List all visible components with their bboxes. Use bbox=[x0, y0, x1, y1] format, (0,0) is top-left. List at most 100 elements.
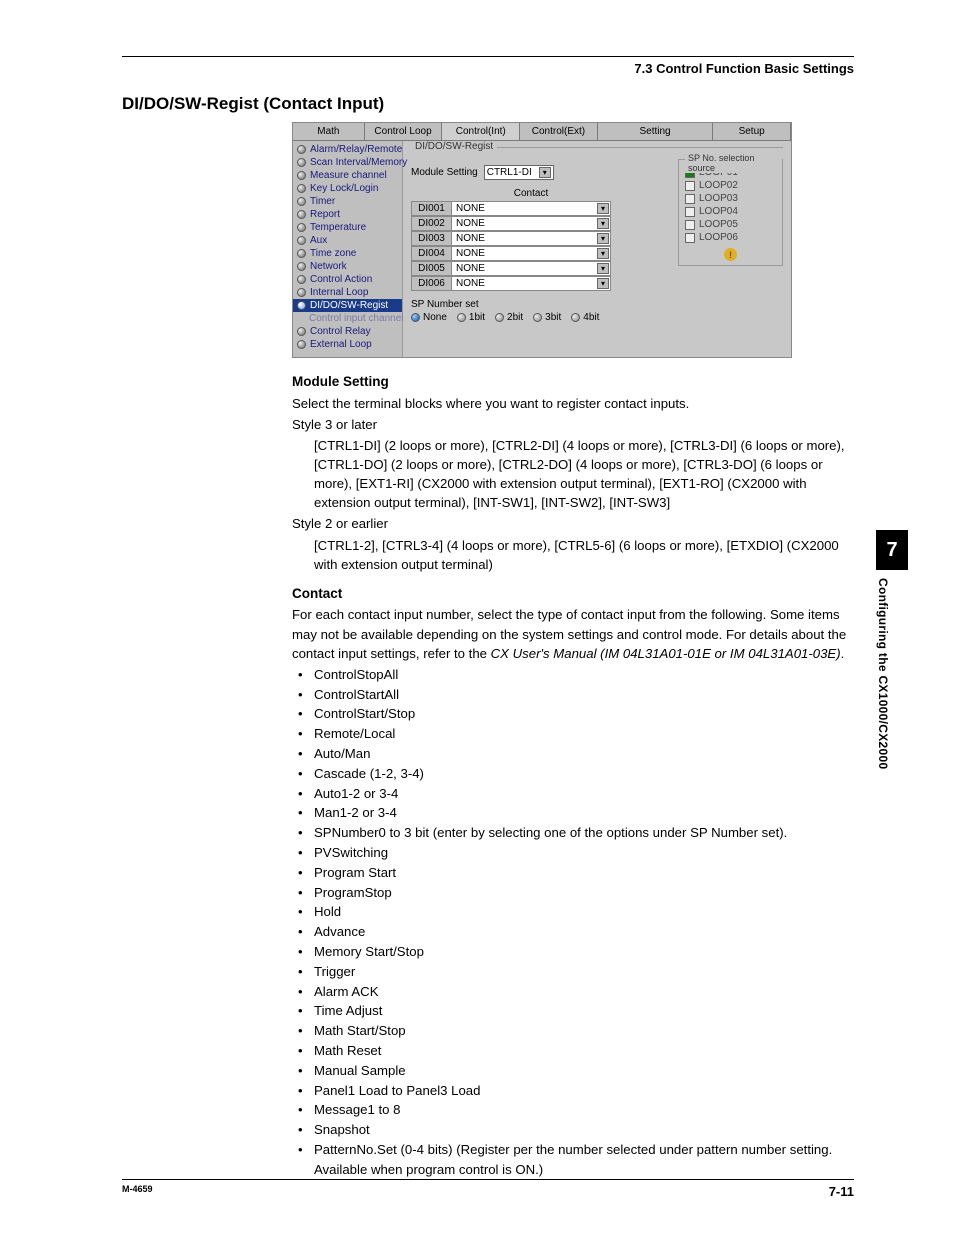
bullet-icon bbox=[297, 236, 306, 245]
list-item: ProgramStop bbox=[292, 883, 854, 903]
sp-number-option[interactable]: 2bit bbox=[495, 312, 523, 323]
chevron-down-icon[interactable]: ▾ bbox=[539, 167, 551, 178]
contact-id: DI001 bbox=[411, 201, 451, 216]
sp-number-option[interactable]: 1bit bbox=[457, 312, 485, 323]
module-setting-value: CTRL1-DI bbox=[487, 167, 532, 178]
sp-number-option[interactable]: 4bit bbox=[571, 312, 599, 323]
sidebar-item-measure-channel[interactable]: Measure channel bbox=[293, 169, 402, 182]
list-item: Alarm ACK bbox=[292, 982, 854, 1002]
sidebar-item-control-relay[interactable]: Control Relay bbox=[293, 325, 402, 338]
loop-label: LOOP02 bbox=[699, 180, 738, 191]
loop-checkbox-row[interactable]: LOOP03 bbox=[683, 192, 778, 205]
chevron-down-icon[interactable]: ▾ bbox=[597, 218, 609, 229]
contact-value-combo[interactable]: NONE▾ bbox=[451, 276, 611, 291]
sidebar-item-external-loop[interactable]: External Loop bbox=[293, 338, 402, 351]
contact-row: DI005NONE▾ bbox=[411, 261, 611, 276]
chevron-down-icon[interactable]: ▾ bbox=[597, 203, 609, 214]
sidebar-item-label: Network bbox=[310, 261, 347, 272]
tab-setting[interactable]: Setting bbox=[598, 123, 714, 140]
loop-checkbox-row[interactable]: LOOP05 bbox=[683, 218, 778, 231]
radio-icon bbox=[495, 313, 504, 322]
tab-control-ext-[interactable]: Control(Ext) bbox=[520, 123, 598, 140]
contact-value-combo[interactable]: NONE▾ bbox=[451, 216, 611, 231]
sidebar-item-alarm-relay-remote[interactable]: Alarm/Relay/Remote bbox=[293, 143, 402, 156]
radio-icon bbox=[411, 313, 420, 322]
sp-number-option[interactable]: 3bit bbox=[533, 312, 561, 323]
bullet-icon bbox=[297, 288, 306, 297]
list-item: Math Start/Stop bbox=[292, 1021, 854, 1041]
sidebar-item-control-input-channel[interactable]: Control input channel bbox=[293, 312, 402, 325]
contact-id: DI004 bbox=[411, 246, 451, 261]
loop-label: LOOP05 bbox=[699, 219, 738, 230]
sidebar-item-scan-interval-memory[interactable]: Scan Interval/Memory bbox=[293, 156, 402, 169]
bullet-icon bbox=[297, 340, 306, 349]
chevron-down-icon[interactable]: ▾ bbox=[597, 263, 609, 274]
list-item: ControlStopAll bbox=[292, 665, 854, 685]
list-item: Hold bbox=[292, 902, 854, 922]
sidebar-item-control-action[interactable]: Control Action bbox=[293, 273, 402, 286]
radio-label: 2bit bbox=[507, 312, 523, 323]
tab-setup[interactable]: Setup bbox=[713, 123, 791, 140]
chevron-down-icon[interactable]: ▾ bbox=[597, 278, 609, 289]
contact-value-combo[interactable]: NONE▾ bbox=[451, 246, 611, 261]
loop-checkbox-row[interactable]: LOOP02 bbox=[683, 179, 778, 192]
tab-control-int-[interactable]: Control(Int) bbox=[442, 123, 520, 140]
sidebar-item-label: Temperature bbox=[310, 222, 366, 233]
radio-label: 1bit bbox=[469, 312, 485, 323]
radio-label: None bbox=[423, 312, 447, 323]
sidebar-item-di-do-sw-regist[interactable]: DI/DO/SW-Regist bbox=[293, 299, 402, 312]
list-item: Panel1 Load to Panel3 Load bbox=[292, 1081, 854, 1101]
checkbox-icon[interactable] bbox=[685, 194, 695, 204]
loop-label: LOOP03 bbox=[699, 193, 738, 204]
sp-source-group: SP No. selection source LOOP01LOOP02LOOP… bbox=[678, 159, 783, 266]
contact-value-combo[interactable]: NONE▾ bbox=[451, 201, 611, 216]
module-setting-combo[interactable]: CTRL1-DI ▾ bbox=[484, 165, 554, 180]
bullet-icon bbox=[297, 210, 306, 219]
sidebar-item-label: External Loop bbox=[310, 339, 372, 350]
chevron-down-icon[interactable]: ▾ bbox=[597, 233, 609, 244]
sidebar-item-time-zone[interactable]: Time zone bbox=[293, 247, 402, 260]
checkbox-icon[interactable] bbox=[685, 207, 695, 217]
chevron-down-icon[interactable]: ▾ bbox=[597, 248, 609, 259]
tab-math[interactable]: Math bbox=[293, 123, 365, 140]
list-item: ControlStart/Stop bbox=[292, 704, 854, 724]
list-item: Remote/Local bbox=[292, 724, 854, 744]
sidebar-item-label: Report bbox=[310, 209, 340, 220]
list-item: SPNumber0 to 3 bit (enter by selecting o… bbox=[292, 823, 854, 843]
list-item: Cascade (1-2, 3-4) bbox=[292, 764, 854, 784]
sidebar-item-label: Scan Interval/Memory bbox=[310, 157, 407, 168]
sidebar-item-report[interactable]: Report bbox=[293, 208, 402, 221]
list-item: Message1 to 8 bbox=[292, 1100, 854, 1120]
sidebar-item-label: Internal Loop bbox=[310, 287, 368, 298]
bullet-icon bbox=[297, 249, 306, 258]
sidebar-item-temperature[interactable]: Temperature bbox=[293, 221, 402, 234]
list-item: Man1-2 or 3-4 bbox=[292, 803, 854, 823]
loop-checkbox-row[interactable]: LOOP06 bbox=[683, 231, 778, 244]
tab-control-loop[interactable]: Control Loop bbox=[365, 123, 443, 140]
sidebar-item-aux[interactable]: Aux bbox=[293, 234, 402, 247]
sidebar-item-label: Alarm/Relay/Remote bbox=[310, 144, 402, 155]
checkbox-icon[interactable] bbox=[685, 181, 695, 191]
group-title: DI/DO/SW-Regist bbox=[411, 141, 497, 152]
loop-checkbox-row[interactable]: LOOP04 bbox=[683, 205, 778, 218]
list-item: PatternNo.Set (0-4 bits) (Register per t… bbox=[292, 1140, 854, 1180]
contact-heading: Contact bbox=[292, 584, 854, 604]
contact-value-combo[interactable]: NONE▾ bbox=[451, 261, 611, 276]
bullet-icon bbox=[297, 171, 306, 180]
sidebar-item-label: Time zone bbox=[310, 248, 356, 259]
sidebar-item-timer[interactable]: Timer bbox=[293, 195, 402, 208]
contact-value-combo[interactable]: NONE▾ bbox=[451, 231, 611, 246]
sidebar-item-internal-loop[interactable]: Internal Loop bbox=[293, 286, 402, 299]
checkbox-icon[interactable] bbox=[685, 220, 695, 230]
sp-number-option[interactable]: None bbox=[411, 312, 447, 323]
sidebar-item-network[interactable]: Network bbox=[293, 260, 402, 273]
list-item: Auto/Man bbox=[292, 744, 854, 764]
warning-icon: ! bbox=[724, 248, 737, 261]
contact-row: DI006NONE▾ bbox=[411, 276, 611, 291]
list-item: PVSwitching bbox=[292, 843, 854, 863]
radio-icon bbox=[457, 313, 466, 322]
contact-row: DI001NONE▾ bbox=[411, 201, 611, 216]
checkbox-icon[interactable] bbox=[685, 233, 695, 243]
bullet-icon bbox=[297, 145, 306, 154]
sidebar-item-key-lock-login[interactable]: Key Lock/Login bbox=[293, 182, 402, 195]
